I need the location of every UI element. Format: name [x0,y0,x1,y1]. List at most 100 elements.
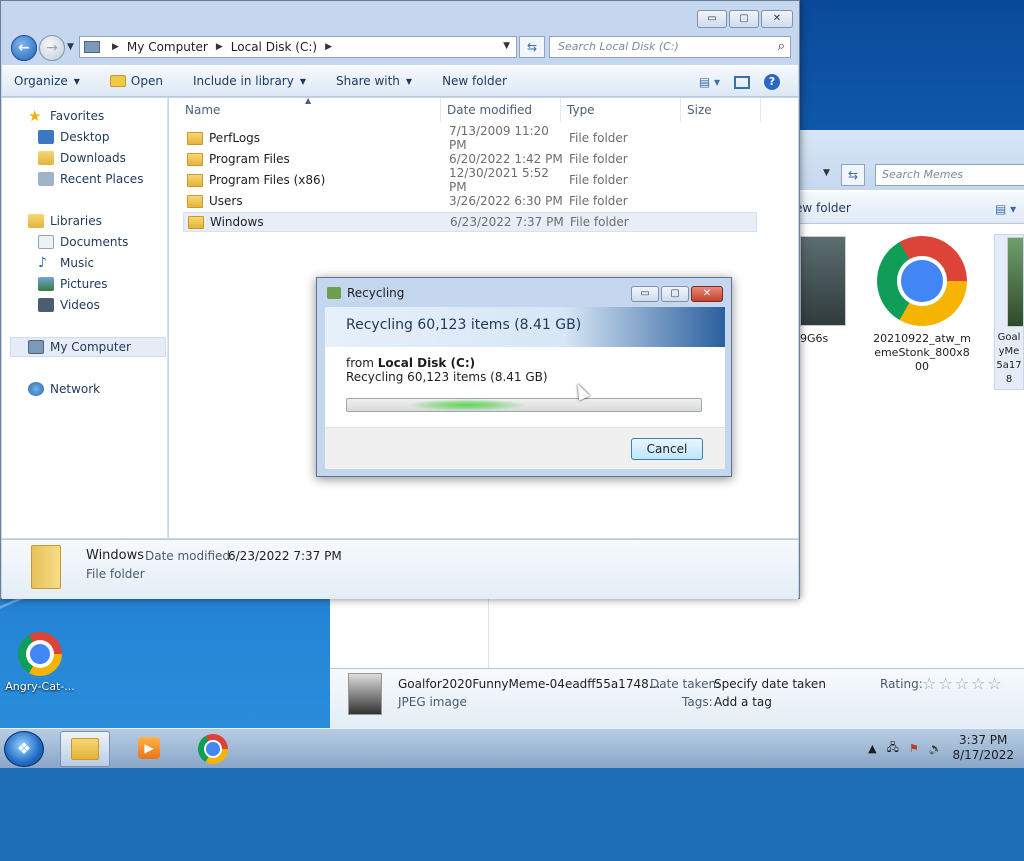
desktop-icon [38,130,54,144]
new-folder-button[interactable]: New folder [442,74,507,88]
refresh-icon[interactable]: ⇆ [841,164,865,186]
taskbar-explorer-button[interactable] [60,731,110,767]
date-taken-value[interactable]: Specify date taken [714,677,826,691]
organize-button[interactable]: Organize ▼ [14,74,80,88]
nav-music[interactable]: ♪ Music [38,253,94,273]
rating-stars[interactable]: ☆☆☆☆☆ [922,674,1004,693]
tags-label: Tags: [682,695,713,709]
breadcrumb-separator-icon[interactable]: ▶ [325,42,332,52]
from-label: from [346,356,374,370]
pictures-icon [38,277,54,291]
minimize-button[interactable]: ▭ [697,10,727,28]
nav-pictures[interactable]: Pictures [38,274,108,294]
table-row[interactable]: Program Files (x86) 12/30/2021 5:52 PM Fil… [183,166,757,194]
share-with-button[interactable]: Share with ▼ [336,74,412,88]
column-header-type[interactable]: Type [561,98,681,122]
meme-file-thumbnail [348,673,382,715]
column-header-size[interactable]: Size [681,98,761,122]
nav-downloads[interactable]: Downloads [38,148,126,168]
change-view-icon[interactable]: ▤ ▾ [699,75,720,89]
toolbar-right-group: ▤ ▾ ? [699,74,780,90]
breadcrumb-my-computer[interactable]: My Computer [127,40,208,54]
videos-icon [38,298,54,312]
search-input[interactable]: Search Local Disk (C:) ⌕ [549,36,791,58]
close-button[interactable]: ✕ [691,286,723,302]
nav-libraries[interactable]: Libraries [28,211,102,231]
table-row[interactable]: PerfLogs 7/13/2009 11:20 PM File folder [183,124,757,152]
clock-date: 8/17/2022 [952,748,1014,762]
thumbnail-stonk[interactable]: 20210922_atw_memeStonk_800x800 [872,236,972,374]
chevron-down-icon[interactable]: ▼ [823,168,830,178]
folder-icon [187,152,203,166]
chevron-down-icon: ▼ [299,76,306,86]
progress-marquee [407,399,527,411]
help-icon[interactable]: ? [764,74,780,90]
minimize-button[interactable]: ▭ [631,286,659,302]
nav-desktop[interactable]: Desktop [38,127,110,147]
volume-icon[interactable]: 🔊 [929,742,943,755]
column-header-date[interactable]: Date modified [441,98,561,122]
details-date-label: Date modified: [145,549,235,563]
nav-favorites[interactable]: ★ Favorites [28,106,104,126]
network-status-icon[interactable]: 🖧 [887,739,899,758]
show-hidden-icons-icon[interactable]: ▲ [868,742,876,755]
thumbnail-goal-meme[interactable]: Goal yMe 5a17 8 [994,234,1024,390]
star-icon: ★ [28,107,42,125]
clock[interactable]: 3:37 PM 8/17/2022 [952,733,1014,763]
system-tray: ▲ 🖧 ⚑ 🔊 3:37 PM 8/17/2022 [868,733,1014,763]
breadcrumb-separator-icon[interactable]: ▶ [216,42,223,52]
new-folder-button[interactable]: ew folder [795,201,851,215]
start-button[interactable]: ❖ [4,731,44,767]
action-center-icon[interactable]: ⚑ [909,742,919,755]
memes-toolbar: ew folder [791,192,1024,224]
nav-recent-places[interactable]: Recent Places [38,169,143,189]
table-row[interactable]: Users 3/26/2022 6:30 PM File folder [183,191,757,211]
libraries-icon [28,214,44,228]
tags-value[interactable]: Add a tag [714,695,772,709]
table-row-selected[interactable]: Windows 6/23/2022 7:37 PM File folder [183,212,757,232]
row-type: File folder [569,194,628,208]
recent-pages-dropdown-icon[interactable]: ▼ [67,42,74,52]
close-button[interactable]: ✕ [761,10,793,28]
documents-icon [38,235,54,249]
cancel-button[interactable]: Cancel [631,438,703,460]
breadcrumb-local-disk[interactable]: Local Disk (C:) [231,40,317,54]
folder-icon [188,215,204,229]
music-note-icon: ♪ [38,255,47,271]
maximize-button[interactable]: ▢ [729,10,759,28]
view-options-icon[interactable]: ▤ ▾ [995,202,1016,216]
nav-my-computer[interactable]: My Computer [28,337,131,357]
row-date: 3/26/2022 6:30 PM [449,194,563,208]
row-date: 6/20/2022 1:42 PM [449,152,563,166]
maximize-button[interactable]: ▢ [661,286,689,302]
chevron-down-icon: ▼ [405,76,413,86]
column-header-name[interactable]: Name ▲ [179,96,441,122]
address-dropdown-icon[interactable]: ▼ [503,41,510,51]
row-date: 6/23/2022 7:37 PM [450,215,564,229]
nav-videos[interactable]: Videos [38,295,100,315]
back-button[interactable]: ← [11,35,37,61]
search-icon[interactable]: ⌕ [778,39,785,54]
nav-label: Videos [60,298,100,312]
row-date: 7/13/2009 11:20 PM [449,124,549,152]
breadcrumb-separator-icon[interactable]: ▶ [112,42,119,52]
thumbnail-9g6s[interactable]: 9G6s [800,236,850,346]
memes-search-input[interactable]: Search Memes [875,164,1024,186]
window-controls: ▭ ▢ ✕ [697,10,793,28]
folder-icon [31,545,61,589]
preview-pane-icon[interactable] [734,75,750,89]
desktop-icon-chrome-shortcut[interactable]: Angry-Cat-... [2,632,78,693]
include-in-library-button[interactable]: Include in library ▼ [193,74,306,88]
forward-button[interactable]: → [39,35,65,61]
nav-network[interactable]: Network [28,379,100,399]
open-button[interactable]: Open [109,74,163,88]
address-bar[interactable]: ▶ My Computer ▶ Local Disk (C:) ▶ ▼ [79,36,517,58]
nav-documents[interactable]: Documents [38,232,128,252]
column-label: Name [185,103,221,117]
thumbnail-label: 20210922_atw_memeStonk_800x800 [873,332,971,373]
taskbar-media-player-button[interactable]: ▶ [124,731,174,767]
row-name: Program Files [209,152,290,166]
row-type: File folder [569,152,628,166]
refresh-icon[interactable]: ⇆ [519,36,545,58]
taskbar-chrome-button[interactable] [188,731,238,767]
